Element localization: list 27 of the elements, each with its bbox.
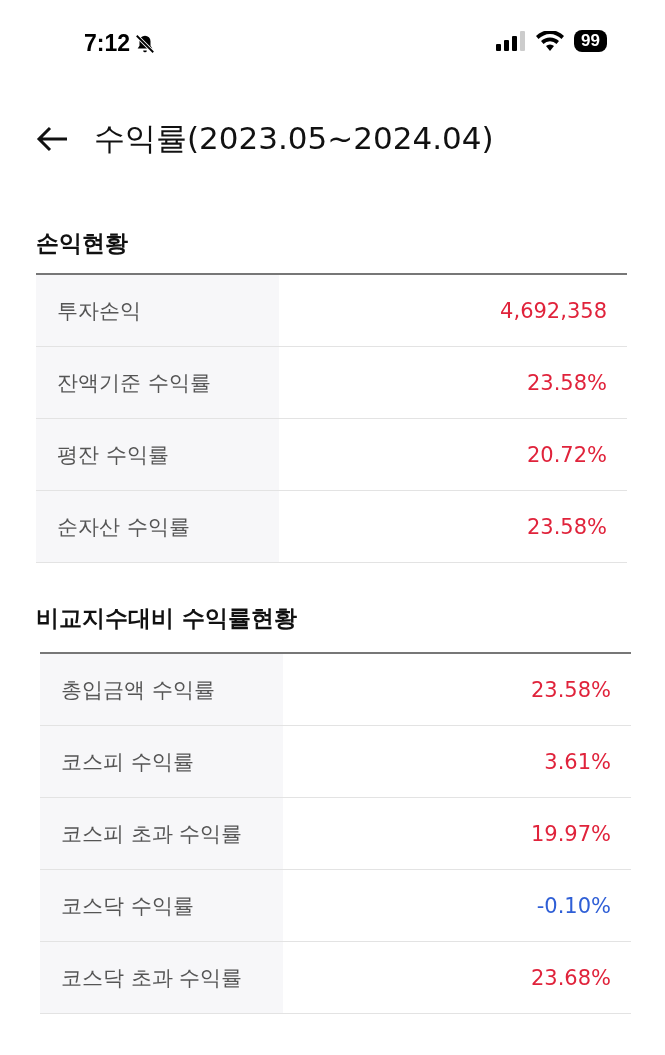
row-label: 총입금액 수익률 bbox=[40, 654, 283, 725]
row-value: 23.68% bbox=[529, 964, 612, 992]
row-label: 투자손익 bbox=[36, 275, 279, 346]
row-value: 23.58% bbox=[525, 513, 608, 541]
page-title: 수익률(2023.05~2024.04) bbox=[94, 119, 494, 158]
row-value: 3.61% bbox=[543, 748, 612, 776]
row-label: 코스피 초과 수익률 bbox=[40, 798, 283, 869]
muted-bell-icon bbox=[134, 32, 157, 55]
section-title: 비교지수대비 수익률현황 bbox=[36, 604, 298, 633]
status-time: 7:12 bbox=[84, 30, 131, 57]
row-label: 코스피 수익률 bbox=[40, 726, 283, 797]
section-title: 손익현황 bbox=[36, 229, 129, 258]
row-label: 평잔 수익률 bbox=[36, 419, 279, 490]
row-label: 코스닥 수익률 bbox=[40, 870, 283, 941]
row-value: 23.58% bbox=[525, 369, 608, 397]
row-value: 20.72% bbox=[525, 441, 608, 469]
row-value: 4,692,358 bbox=[499, 297, 608, 325]
back-arrow-icon[interactable] bbox=[36, 126, 68, 152]
row-label: 순자산 수익률 bbox=[36, 491, 279, 562]
row-value: 23.58% bbox=[529, 676, 612, 704]
signal-icon bbox=[496, 31, 527, 51]
row-label: 코스닥 초과 수익률 bbox=[40, 942, 283, 1013]
battery-indicator: 99 bbox=[574, 30, 607, 52]
wifi-icon bbox=[536, 31, 565, 51]
row-value: -0.10% bbox=[535, 892, 612, 920]
row-label: 잔액기준 수익률 bbox=[36, 347, 279, 418]
row-value: 19.97% bbox=[529, 820, 612, 848]
